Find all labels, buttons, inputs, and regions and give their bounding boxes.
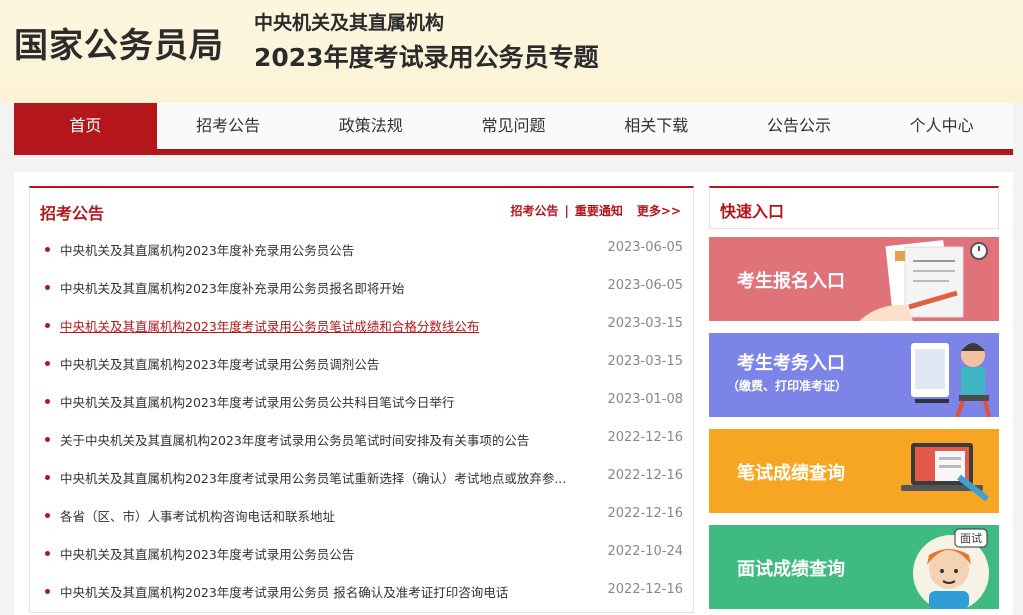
laptop-icon (901, 443, 989, 502)
bullet-icon (45, 361, 50, 366)
tile-label: 考生报名入口 (737, 271, 845, 292)
bullet-icon (45, 399, 50, 404)
list-item: 中央机关及其直属机构2023年度补充录用公务员公告 2023-06-05 (30, 230, 693, 268)
document-pen-icon (859, 240, 988, 321)
news-date: 2023-03-15 (607, 354, 683, 369)
news-link[interactable]: 中央机关及其直属机构2023年度考试录用公务员公告 (60, 544, 354, 563)
list-item: 中央机关及其直属机构2023年度考试录用公务员调剂公告 2023-03-15 (30, 344, 693, 382)
link-important-notices[interactable]: 重要通知 (575, 204, 623, 218)
news-link[interactable]: 中央机关及其直属机构2023年度考试录用公务员 报名确认及准考证打印咨询电话 (60, 582, 508, 601)
tile-sublabel: （缴费、打印准考证） (727, 379, 848, 393)
news-link[interactable]: 中央机关及其直属机构2023年度考试录用公务员公共科目笔试今日举行 (60, 392, 454, 411)
list-item: 关于中央机关及其直属机构2023年度考试录用公务员笔试时间安排及有关事项的公告 2… (30, 420, 693, 458)
bullet-icon (45, 475, 50, 480)
person-computer-icon (911, 343, 991, 417)
nav-item-announcements[interactable]: 公告公示 (728, 103, 871, 149)
news-date: 2022-12-16 (607, 468, 683, 483)
bullet-icon (45, 437, 50, 442)
list-item: 中央机关及其直属机构2023年度考试录用公务员笔试成绩和合格分数线公布 2023-… (30, 306, 693, 344)
news-date: 2023-06-05 (607, 240, 683, 255)
person-face-icon: 面试 (913, 528, 989, 609)
bullet-icon (45, 285, 50, 290)
link-separator: | (564, 204, 569, 218)
bullet-icon (45, 589, 50, 594)
site-logo-text[interactable]: 国家公务员局 (14, 18, 224, 67)
list-item: 各省（区、市）人事考试机构咨询电话和联系地址 2022-12-16 (30, 496, 693, 534)
bullet-icon (45, 513, 50, 518)
bullet-icon (45, 247, 50, 252)
link-recruitment-notices[interactable]: 招考公告 (510, 204, 558, 218)
news-link[interactable]: 中央机关及其直属机构2023年度考试录用公务员调剂公告 (60, 354, 379, 373)
nav-item-policies[interactable]: 政策法规 (299, 103, 442, 149)
news-panel-links: 招考公告 | 重要通知 更多>> (510, 202, 681, 219)
interview-score-query-button[interactable]: 面试 面试成绩查询 (709, 525, 999, 609)
bullet-icon (45, 323, 50, 328)
news-link[interactable]: 中央机关及其直属机构2023年度补充录用公务员公告 (60, 240, 354, 259)
main-content: 招考公告 招考公告 | 重要通知 更多>> 中央机关及其直属机构2023年度补充录用公… (14, 172, 1013, 615)
quick-entry-header: 快速入口 (709, 186, 999, 229)
written-score-query-button[interactable]: 笔试成绩查询 (709, 429, 999, 513)
nav-item-faq[interactable]: 常见问题 (442, 103, 585, 149)
news-panel: 招考公告 招考公告 | 重要通知 更多>> 中央机关及其直属机构2023年度补充录用公… (29, 186, 694, 613)
news-date: 2022-12-16 (607, 430, 683, 445)
tile-label: 考生考务入口 (737, 353, 845, 374)
news-panel-title: 招考公告 (40, 204, 105, 223)
bullet-icon (45, 551, 50, 556)
news-list: 中央机关及其直属机构2023年度补充录用公务员公告 2023-06-05 中央机关… (30, 230, 693, 610)
list-item: 中央机关及其直属机构2023年度考试录用公务员公共科目笔试今日举行 2023-01… (30, 382, 693, 420)
news-date: 2022-12-16 (607, 582, 683, 597)
topic-title: 2023年度考试录用公务员专题 (254, 43, 599, 72)
nav-item-downloads[interactable]: 相关下载 (585, 103, 728, 149)
list-item: 中央机关及其直属机构2023年度考试录用公务员公告 2022-10-24 (30, 534, 693, 572)
nav-item-personal-center[interactable]: 个人中心 (870, 103, 1013, 149)
news-link[interactable]: 中央机关及其直属机构2023年度考试录用公务员笔试重新选择（确认）考试地点或放弃… (60, 468, 566, 487)
quick-entry-title: 快速入口 (720, 202, 785, 221)
nav-item-home[interactable]: 首页 (14, 103, 157, 149)
news-date: 2023-01-08 (607, 392, 683, 407)
site-header: 国家公务员局 中央机关及其直属机构 2023年度考试录用公务员专题 (0, 0, 1023, 103)
nav-item-recruitment[interactable]: 招考公告 (157, 103, 300, 149)
tile-label: 面试成绩查询 (737, 559, 845, 580)
news-link[interactable]: 中央机关及其直属机构2023年度考试录用公务员笔试成绩和合格分数线公布 (60, 316, 479, 335)
candidate-registration-button[interactable]: 考生报名入口 (709, 237, 999, 321)
more-link[interactable]: 更多>> (637, 204, 681, 218)
list-item: 中央机关及其直属机构2023年度考试录用公务员 报名确认及准考证打印咨询电话 20… (30, 572, 693, 610)
news-date: 2023-06-05 (607, 278, 683, 293)
news-date: 2022-12-16 (607, 506, 683, 521)
topic-subtitle: 中央机关及其直属机构 (254, 12, 445, 34)
news-link[interactable]: 各省（区、市）人事考试机构咨询电话和联系地址 (60, 506, 335, 525)
tile-label: 笔试成绩查询 (737, 463, 845, 484)
news-date: 2022-10-24 (607, 544, 683, 559)
interview-badge: 面试 (960, 532, 982, 545)
news-date: 2023-03-15 (607, 316, 683, 331)
list-item: 中央机关及其直属机构2023年度考试录用公务员笔试重新选择（确认）考试地点或放弃… (30, 458, 693, 496)
main-nav: 首页 招考公告 政策法规 常见问题 相关下载 公告公示 个人中心 (14, 103, 1013, 155)
news-link[interactable]: 中央机关及其直属机构2023年度补充录用公务员报名即将开始 (60, 278, 404, 297)
exam-affairs-button[interactable]: 考生考务入口 （缴费、打印准考证） (709, 333, 999, 417)
list-item: 中央机关及其直属机构2023年度补充录用公务员报名即将开始 2023-06-05 (30, 268, 693, 306)
news-link[interactable]: 关于中央机关及其直属机构2023年度考试录用公务员笔试时间安排及有关事项的公告 (60, 430, 529, 449)
